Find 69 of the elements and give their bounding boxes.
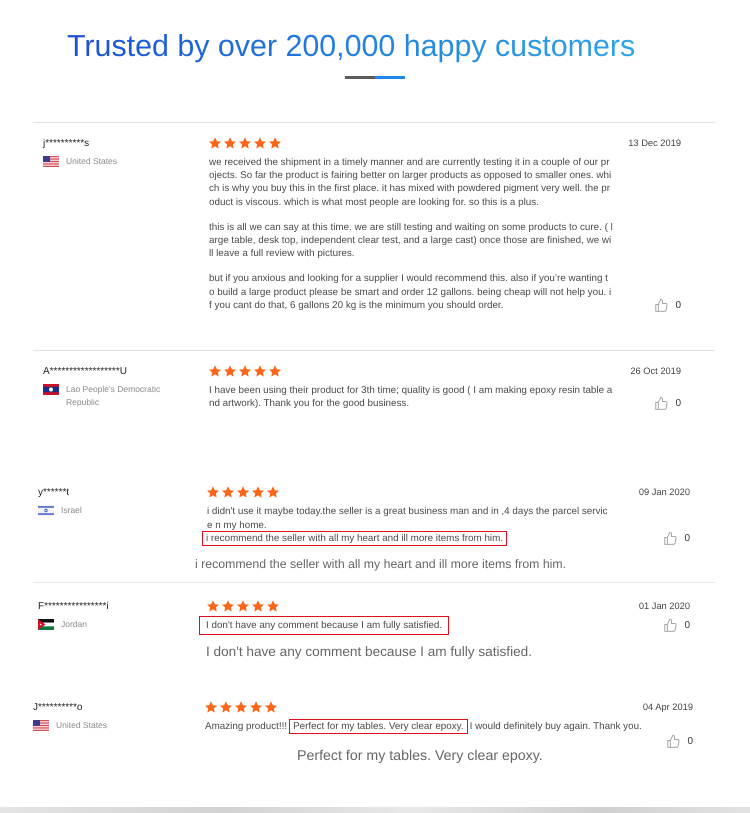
title-underline (345, 76, 405, 79)
star-icon (207, 600, 219, 612)
thumbs-up-icon (664, 619, 678, 632)
star-icon (267, 600, 279, 612)
country-name: Lao People's Democratic Republic (66, 383, 162, 410)
review-text: we received the shipment in a timely manner and are currently testing it in a couple of our projects. So far the product is fairing better on larger products as opposed to smaller ones. which is why you buy this in the first place. it has mixed with powdered pigment very well. the product is viscous. which is what most people are looking for. so this is a plus. (209, 157, 612, 208)
star-icon (209, 365, 221, 378)
star-icon (265, 701, 277, 714)
country-name: United States (56, 719, 108, 732)
thumbs-up-icon (655, 299, 668, 312)
star-icon (269, 365, 281, 378)
star-icon (237, 486, 249, 498)
star-icon (252, 486, 264, 498)
review-text: Amazing product!!! (205, 721, 288, 732)
review-text: i didn't use it maybe today.the seller is a great business man and in ,4 days the parcel service n my home. (207, 506, 608, 531)
star-icon (224, 137, 236, 149)
reviewer-name: y******t (38, 486, 70, 500)
review-text: I would definitely buy again. Thank you. (470, 721, 642, 732)
like-button[interactable]: 0 (664, 619, 690, 632)
highlighted-text: i recommend the seller with all my heart and ill more items from him. (202, 530, 508, 546)
review-date: 04 Apr 2019 (642, 701, 693, 714)
country-name: Jordan (61, 618, 87, 632)
review-text: but if you anxious and looking for a supplier I would recommend this. also if you’re wanting to build a large product please be smart and order 12 gallons. being cheap will not help you. if you cant do that, 6 gallons 20 kg is the minimum you should order. (209, 273, 612, 311)
review-date: 01 Jan 2020 (638, 600, 690, 614)
star-icon (252, 600, 264, 612)
star-icon (239, 137, 251, 149)
review-text: I have been using their product for 3th time; quality is good ( I am making epoxy resin table and artwork). Thank you for the good business. (209, 385, 612, 410)
reviewer-name: J**********o (33, 701, 84, 716)
star-icon (220, 701, 232, 714)
enlarged-quote: Perfect for my tables. Very clear epoxy. (297, 748, 543, 764)
review-date: 26 Oct 2019 (630, 365, 681, 378)
enlarged-quote: I don't have any comment because I am fully satisfied. (206, 644, 532, 660)
reviewer-name: A******************U (43, 365, 128, 380)
country-name: Israel (61, 504, 82, 518)
flag-icon (43, 156, 59, 167)
star-icon (254, 365, 266, 378)
star-icon (269, 137, 281, 149)
flag-icon (43, 384, 59, 396)
star-icon (254, 137, 266, 149)
thumbs-up-icon (667, 735, 680, 748)
thumbs-up-icon (655, 397, 668, 410)
star-icon (205, 701, 217, 714)
flag-icon (33, 720, 49, 732)
like-button[interactable]: 0 (655, 397, 681, 410)
thumbs-up-icon (664, 532, 678, 546)
highlighted-text: I don't have any comment because I am fully satisfied. (199, 616, 450, 636)
highlighted-text: Perfect for my tables. Very clear epoxy. (289, 719, 468, 734)
like-button[interactable]: 0 (664, 532, 690, 546)
star-icon (207, 486, 219, 498)
country-name: United States (66, 155, 118, 168)
reviewer-name: j**********s (43, 137, 90, 151)
review-date: 13 Dec 2019 (628, 137, 681, 150)
star-icon (267, 486, 279, 498)
like-button[interactable]: 0 (667, 735, 693, 748)
star-icon (224, 365, 236, 378)
star-icon (239, 365, 251, 378)
flag-icon (38, 619, 54, 630)
star-icon (250, 701, 262, 714)
like-button[interactable]: 0 (655, 299, 681, 312)
flag-icon (38, 505, 54, 516)
enlarged-quote: i recommend the seller with all my heart and ill more items from him. (195, 556, 566, 572)
star-icon (222, 486, 234, 498)
reviewer-name: F****************i (38, 600, 110, 614)
star-icon (209, 137, 221, 149)
review-date: 09 Jan 2020 (638, 486, 690, 500)
star-icon (222, 600, 234, 612)
review-text: this is all we can say at this time. we are still testing and waiting on some products to cure. ( large table, desk top, independent clear test, and a large cast) once those are finished, we will leave a full review with pictures. (209, 222, 613, 260)
star-icon (237, 600, 249, 612)
star-icon (235, 701, 247, 714)
